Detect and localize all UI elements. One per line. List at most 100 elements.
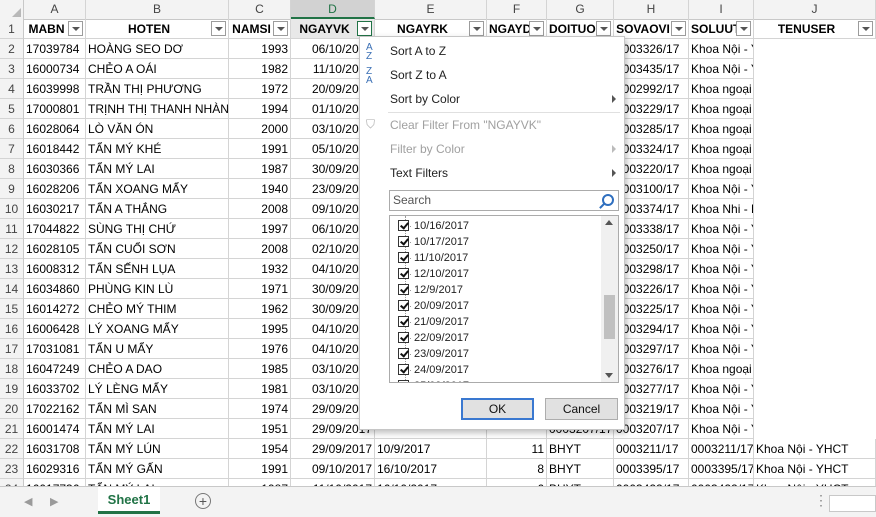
cell-c[interactable]: 1951 xyxy=(229,419,291,439)
add-sheet-icon[interactable]: + xyxy=(195,493,211,509)
cell-i[interactable]: Khoa Nội - YHCT xyxy=(689,179,754,199)
cell-b[interactable]: TẨN SẾNH LỤA xyxy=(86,259,229,279)
filter-dropdown-button[interactable] xyxy=(211,21,226,36)
cell-a[interactable]: 16018442 xyxy=(24,139,86,159)
row-number[interactable]: 20 xyxy=(0,399,24,419)
row-number[interactable]: 12 xyxy=(0,239,24,259)
filter-value-list[interactable]: 10/16/2017 10/17/2017 11/10/2017 12/10/2017… xyxy=(389,215,619,383)
cell-a[interactable]: 16030217 xyxy=(24,199,86,219)
cell-i[interactable]: Khoa Nội - YHCT xyxy=(689,279,754,299)
cell-a[interactable]: 17039784 xyxy=(24,39,86,59)
cell-i[interactable]: 0003395/17 xyxy=(689,459,754,479)
cell-b[interactable]: TẨN MÝ KHÉ xyxy=(86,139,229,159)
cell-h[interactable]: 0003229/17 xyxy=(614,99,689,119)
filter-list-item[interactable]: 20/09/2017 xyxy=(398,298,469,314)
cell-a[interactable]: 16008312 xyxy=(24,259,86,279)
checkbox-checked-icon[interactable] xyxy=(398,380,409,382)
cell-b[interactable]: TẨN MÝ LÚN xyxy=(86,439,229,459)
cell-a[interactable]: 16000734 xyxy=(24,59,86,79)
scroll-thumb[interactable] xyxy=(604,295,615,339)
column-header-a[interactable]: A xyxy=(24,0,86,19)
cell-a[interactable]: 17000801 xyxy=(24,99,86,119)
cell-j[interactable]: Khoa Nội - YHCT xyxy=(754,459,876,479)
cell-h[interactable]: 0003207/17 xyxy=(614,419,689,439)
row-number[interactable]: 7 xyxy=(0,139,24,159)
checkbox-checked-icon[interactable] xyxy=(398,300,409,311)
cell-d[interactable]: 11/10/2017 xyxy=(291,479,375,486)
cell-i[interactable]: Khoa Nội - YHCT xyxy=(689,239,754,259)
filter-list-item[interactable]: 25/09/2017 xyxy=(398,378,469,382)
filter-dropdown-button[interactable] xyxy=(357,21,372,36)
checkbox-checked-icon[interactable] xyxy=(398,316,409,327)
cell-c[interactable]: 1991 xyxy=(229,459,291,479)
cell-i[interactable]: Khoa Nội - YHCT xyxy=(689,319,754,339)
cell-h[interactable]: 0003285/17 xyxy=(614,119,689,139)
cell-a[interactable]: 16001474 xyxy=(24,419,86,439)
cell-i[interactable]: Khoa Nội - YHCT xyxy=(689,379,754,399)
column-header-f[interactable]: F xyxy=(487,0,547,19)
cell-b[interactable]: TRỊNH THỊ THANH NHÀN xyxy=(86,99,229,119)
cell-i[interactable]: 0003211/17 xyxy=(689,439,754,459)
cell-b[interactable]: CHẺO A DAO xyxy=(86,359,229,379)
filter-dropdown-button[interactable] xyxy=(736,21,751,36)
checkbox-checked-icon[interactable] xyxy=(398,268,409,279)
cell-h[interactable]: 0003435/17 xyxy=(614,59,689,79)
cell-i[interactable]: Khoa Nội - YHCT xyxy=(689,419,754,439)
list-scrollbar[interactable] xyxy=(601,216,618,382)
cell-h[interactable]: 0003220/17 xyxy=(614,159,689,179)
checkbox-checked-icon[interactable] xyxy=(398,284,409,295)
cell-g[interactable]: BHYT xyxy=(547,479,614,486)
cell-b[interactable]: CHẺO A OÁI xyxy=(86,59,229,79)
row-number[interactable]: 23 xyxy=(0,459,24,479)
cell-g[interactable]: BHYT xyxy=(547,459,614,479)
cell-c[interactable]: 1995 xyxy=(229,319,291,339)
scroll-down-icon[interactable] xyxy=(605,373,613,378)
cell-h[interactable]: 0003211/17 xyxy=(614,439,689,459)
cell-i[interactable]: Khoa Nội - YHCT xyxy=(689,259,754,279)
cell-i[interactable]: Khoa Nội - YHCT xyxy=(689,339,754,359)
filter-list-item[interactable]: 11/10/2017 xyxy=(398,250,468,266)
cell-e[interactable]: 16/10/2017 xyxy=(375,479,487,486)
filter-dropdown-button[interactable] xyxy=(671,21,686,36)
cell-h[interactable]: 0003277/17 xyxy=(614,379,689,399)
cell-c[interactable]: 1972 xyxy=(229,79,291,99)
cell-h[interactable]: 0003324/17 xyxy=(614,139,689,159)
cell-c[interactable]: 1976 xyxy=(229,339,291,359)
filter-list-item[interactable]: 24/09/2017 xyxy=(398,362,469,378)
cell-i[interactable]: Khoa Nội - YHCT xyxy=(689,219,754,239)
cell-i[interactable]: 0003422/17 xyxy=(689,479,754,486)
cell-a[interactable]: 16028105 xyxy=(24,239,86,259)
cell-h[interactable]: 0003250/17 xyxy=(614,239,689,259)
cell-c[interactable]: 1987 xyxy=(229,159,291,179)
ok-button[interactable]: OK xyxy=(461,398,534,420)
more-options-icon[interactable]: ⋮ xyxy=(814,492,829,509)
cell-e[interactable]: 10/9/2017 xyxy=(375,439,487,459)
cell-c[interactable]: 1962 xyxy=(229,299,291,319)
cell-i[interactable]: Khoa ngoại - sản xyxy=(689,119,754,139)
sort-z-to-a-item[interactable]: Sort Z to A xyxy=(390,65,447,85)
cell-a[interactable]: 16033702 xyxy=(24,379,86,399)
cell-i[interactable]: Khoa Nhi - HSCC xyxy=(689,199,754,219)
cell-b[interactable]: TẨN MÝ GẤN xyxy=(86,459,229,479)
select-all-corner[interactable] xyxy=(0,0,24,19)
checkbox-checked-icon[interactable] xyxy=(398,348,409,359)
row-number[interactable]: 5 xyxy=(0,99,24,119)
cell-h[interactable]: 0003219/17 xyxy=(614,399,689,419)
scroll-up-icon[interactable] xyxy=(605,220,613,225)
row-number[interactable]: 10 xyxy=(0,199,24,219)
cell-c[interactable]: 1981 xyxy=(229,379,291,399)
prev-sheet-icon[interactable]: ◀ xyxy=(24,495,32,508)
column-header-d[interactable]: D xyxy=(291,0,375,19)
cell-i[interactable]: Khoa Nội - YHCT xyxy=(689,39,754,59)
row-number[interactable]: 3 xyxy=(0,59,24,79)
cell-i[interactable]: Khoa ngoại - sản xyxy=(689,99,754,119)
filter-dropdown-button[interactable] xyxy=(68,21,83,36)
header-cell[interactable]: HOTEN xyxy=(86,19,229,39)
filter-dropdown-button[interactable] xyxy=(596,21,611,36)
cell-i[interactable]: Khoa Nội - YHCT xyxy=(689,59,754,79)
row-number[interactable]: 16 xyxy=(0,319,24,339)
cell-a[interactable]: 17044822 xyxy=(24,219,86,239)
sort-a-to-z-item[interactable]: Sort A to Z xyxy=(390,41,446,61)
filter-list-item[interactable]: 22/09/2017 xyxy=(398,330,469,346)
filter-list-item[interactable]: 12/9/2017 xyxy=(398,282,463,298)
